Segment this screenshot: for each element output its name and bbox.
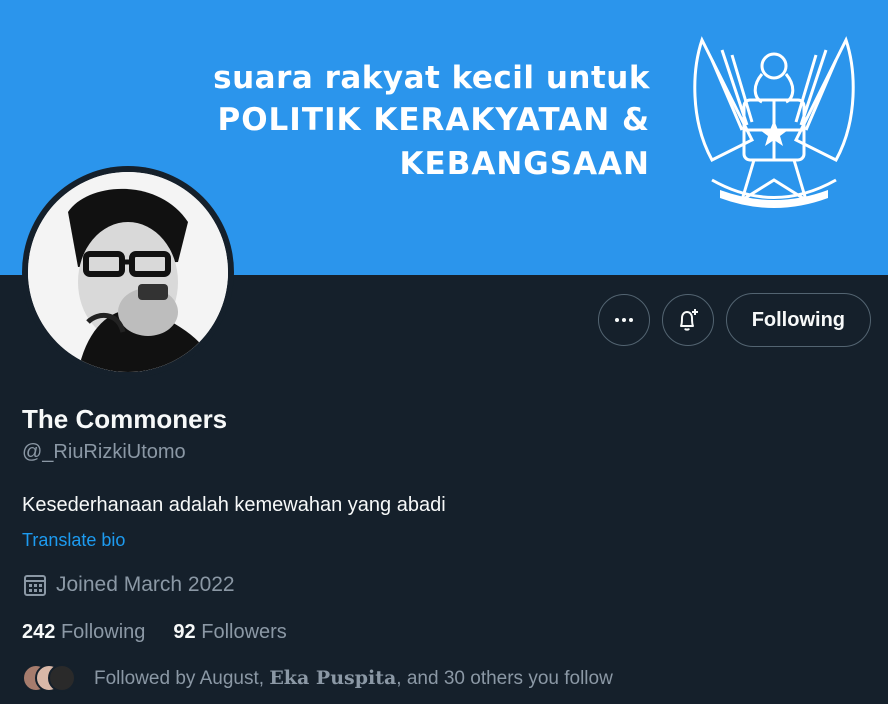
bell-plus-icon [679, 309, 698, 331]
banner-line-3: KEBANGSAAN [399, 146, 650, 182]
followers-label: Followers [201, 621, 287, 643]
followers-stat-link[interactable]: 92 Followers [173, 621, 286, 644]
translate-bio-link[interactable]: Translate bio [22, 530, 125, 551]
following-stat-link[interactable]: 242 Following [22, 621, 145, 644]
garuda-emblem-icon [693, 36, 855, 208]
followers-count: 92 [173, 621, 196, 643]
following-count: 242 [22, 621, 56, 643]
profile-name: The Commoners [22, 404, 228, 434]
more-button[interactable] [597, 294, 650, 346]
following-button[interactable]: Following [725, 293, 871, 347]
more-horizontal-icon [614, 318, 633, 322]
banner-line-2: POLITIK KERAKYATAN & [217, 102, 650, 138]
banner-text: suara rakyat kecil untuk POLITIK KERAKYA… [213, 58, 650, 186]
profile-bio: Kesederhanaan adalah kemewahan yang abad… [22, 494, 446, 516]
followed-by-text: Followed by August, Eka Puspita, and 30 … [94, 667, 613, 690]
profile-actions: Following [597, 293, 871, 347]
profile-avatar[interactable] [22, 166, 234, 378]
followed-by-link[interactable]: Followed by August, Eka Puspita, and 30 … [22, 664, 613, 692]
calendar-icon [24, 575, 46, 596]
following-label: Following [60, 621, 146, 643]
follower-avatar [48, 664, 76, 692]
profile-stats: 242 Following 92 Followers [22, 621, 287, 644]
follower-avatars [22, 664, 76, 692]
avatar-image [28, 172, 228, 372]
profile-handle: @_RiuRizkiUtomo [22, 441, 186, 463]
banner-line-1: suara rakyat kecil untuk [213, 60, 650, 96]
notifications-button[interactable] [661, 294, 714, 346]
followed-by-suffix: , and 30 others you follow [396, 667, 613, 689]
followed-by-name: Eka Puspita [269, 666, 397, 689]
followed-by-prefix: Followed by August, [94, 667, 265, 689]
joined-date: Joined March 2022 [22, 572, 235, 598]
joined-label: Joined March 2022 [56, 573, 235, 596]
